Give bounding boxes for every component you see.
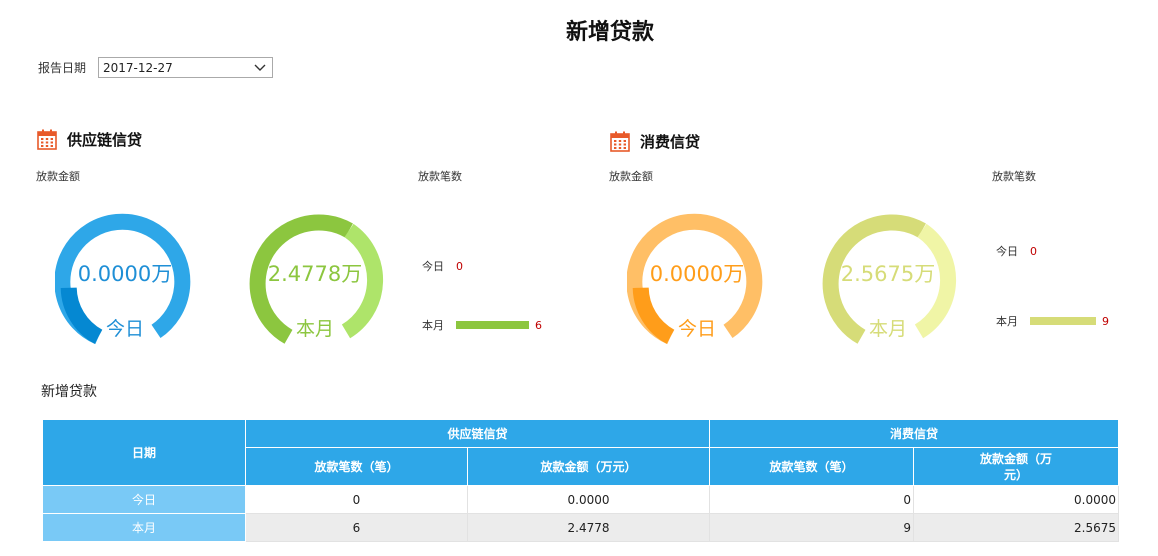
table-row: 本月 6 2.4778 9 2.5675 (42, 513, 1120, 542)
donut-value: 2.4778万 (267, 262, 363, 286)
donut-value: 2.5675万 (840, 262, 936, 286)
header-supply-chain: 供应链信贷 (244, 419, 711, 448)
amount-label: 放款金额 (609, 170, 653, 183)
table-cell: 0.0000 (466, 485, 711, 514)
donut-caption: 今日 (677, 318, 716, 340)
report-date-value: 2017-12-27 (103, 60, 173, 75)
section-head-consumer: 消费信贷 (610, 131, 700, 152)
calendar-icon (610, 131, 630, 152)
count-row-label: 今日 (422, 260, 444, 273)
count-row-consumer-month: 本月 9 (996, 313, 1109, 329)
count-row-supply-today: 今日 0 (422, 258, 463, 274)
donut-consumer-month: 2.5675万 本月 (818, 210, 958, 350)
loan-table: 日期 供应链信贷 消费信贷 放款笔数（笔） 放款金额（万元） 放款笔数（笔） 放… (42, 419, 1120, 542)
header-amount: 放款金额（万元） (466, 447, 711, 486)
count-row-label: 本月 (996, 315, 1018, 328)
table-cell: 2.4778 (466, 513, 711, 542)
report-date-select[interactable]: 2017-12-27 (98, 57, 274, 78)
table-cell: 6 (245, 513, 468, 542)
page-title: 新增贷款 (565, 20, 654, 45)
count-label: 放款笔数 (418, 170, 462, 183)
donut-caption: 本月 (868, 318, 907, 340)
table-cell: 2.5675 (913, 513, 1120, 542)
report-date-label: 报告日期 (38, 61, 87, 75)
count-row-value: 9 (1102, 314, 1109, 328)
donut-value: 0.0000万 (649, 262, 745, 286)
count-row-value: 6 (535, 318, 542, 332)
section-title-consumer: 消费信贷 (640, 133, 701, 151)
header-amount: 放款金额（万 元） (913, 447, 1120, 486)
header-date: 日期 (42, 419, 246, 486)
header-count: 放款笔数（笔） (709, 447, 915, 486)
count-row-label: 本月 (422, 319, 444, 332)
row-label: 今日 (42, 485, 246, 514)
header-count: 放款笔数（笔） (245, 447, 468, 486)
row-label: 本月 (42, 513, 246, 542)
count-bar (1030, 317, 1096, 325)
table-row: 今日 0 0.0000 0 0.0000 (42, 485, 1120, 514)
table-cell: 0 (245, 485, 468, 514)
table-cell: 0 (709, 485, 915, 514)
header-consumer: 消费信贷 (709, 419, 1120, 448)
donut-caption: 本月 (295, 318, 334, 340)
donut-supply-month: 2.4778万 本月 (245, 210, 385, 350)
count-row-supply-month: 本月 6 (422, 317, 542, 333)
section-title-supply-chain: 供应链信贷 (67, 131, 143, 149)
count-row-label: 今日 (996, 245, 1018, 258)
donut-supply-today: 0.0000万 今日 (55, 210, 195, 350)
section-head-supply-chain: 供应链信贷 (37, 129, 142, 150)
count-row-value: 0 (1030, 244, 1037, 258)
donut-consumer-today: 0.0000万 今日 (627, 210, 767, 350)
table-cell: 9 (709, 513, 915, 542)
count-bar (456, 321, 529, 329)
count-row-consumer-today: 今日 0 (996, 243, 1037, 259)
count-row-value: 0 (456, 259, 463, 273)
chevron-down-icon (254, 64, 266, 71)
amount-label: 放款金额 (36, 170, 80, 183)
report-date-row: 报告日期 2017-12-27 (38, 57, 274, 78)
count-label: 放款笔数 (992, 170, 1036, 183)
donut-value: 0.0000万 (77, 262, 173, 286)
donut-caption: 今日 (105, 318, 144, 340)
table-title: 新增贷款 (41, 384, 97, 400)
calendar-icon (37, 129, 57, 150)
table-cell: 0.0000 (913, 485, 1120, 514)
